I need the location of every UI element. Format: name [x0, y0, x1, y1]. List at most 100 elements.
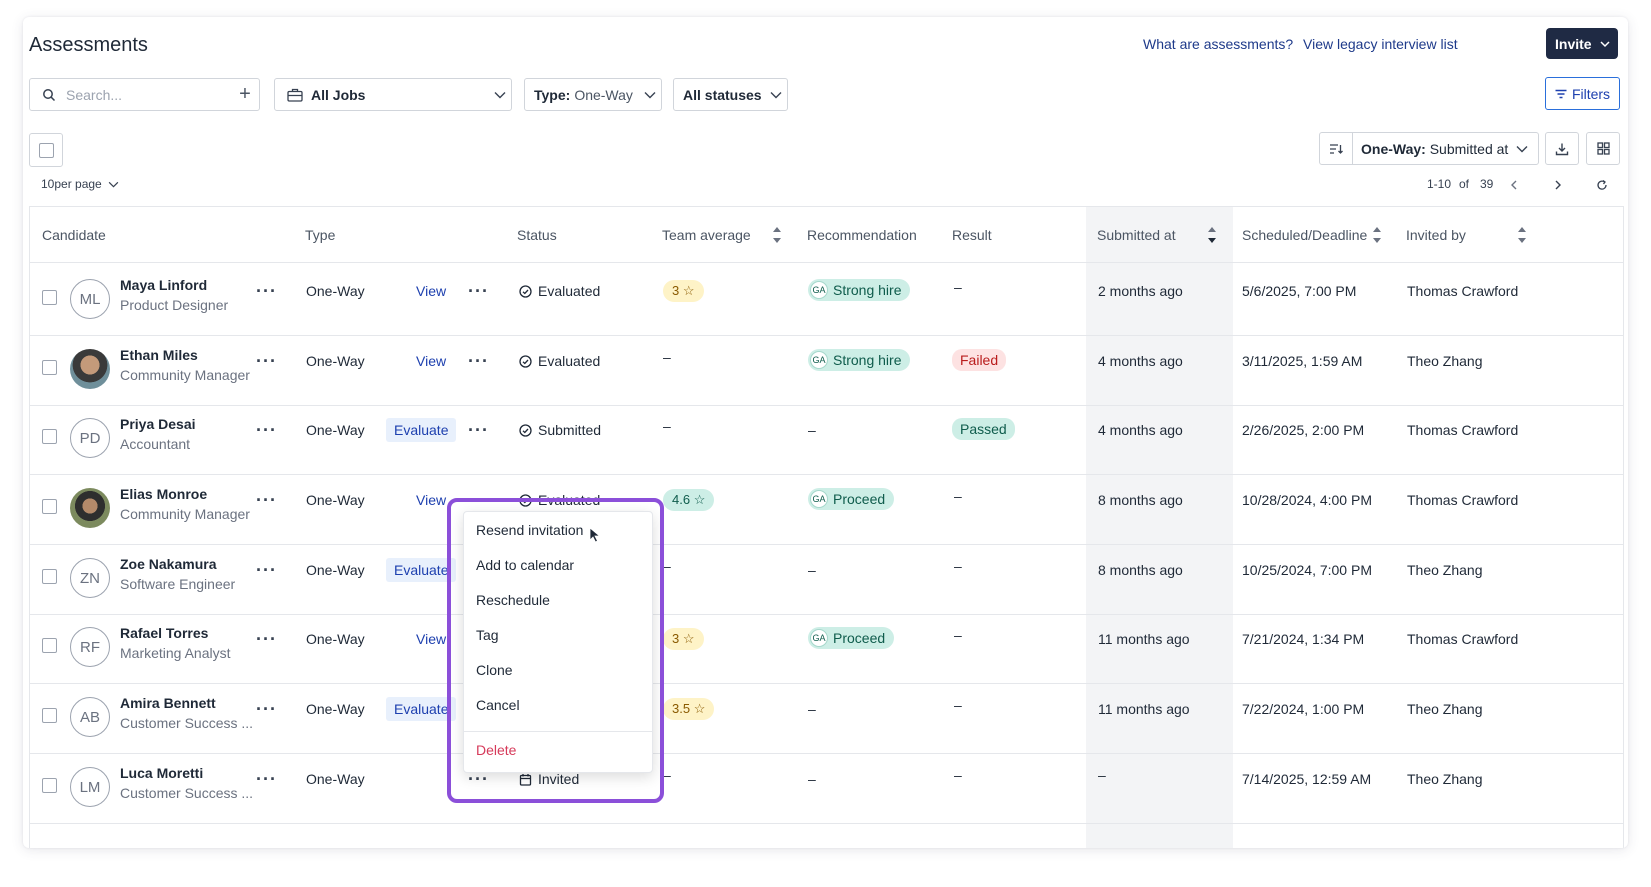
checkbox[interactable]	[38, 142, 54, 158]
chevron-down-icon	[494, 91, 506, 98]
candidate-more-icon[interactable]: ···	[256, 490, 277, 511]
table-row[interactable]: ZN Zoe Nakamura Software Engineer ··· On…	[30, 542, 1623, 615]
check-circle-icon	[519, 354, 532, 368]
sort-dropdown[interactable]: One-Way: Submitted at	[1319, 132, 1539, 165]
candidate-name[interactable]: Maya Linford	[120, 277, 207, 293]
download-button[interactable]	[1545, 132, 1579, 165]
search-input[interactable]: Search...	[66, 87, 231, 103]
row-more-icon[interactable]: ···	[468, 420, 489, 441]
candidate-name[interactable]: Rafael Torres	[120, 625, 208, 641]
row-more-icon[interactable]: ···	[468, 281, 489, 302]
table-row[interactable]: LM Luca Moretti Customer Success ... ···…	[30, 751, 1623, 824]
candidate-name[interactable]: Elias Monroe	[120, 486, 207, 502]
search-field[interactable]: Search... +	[29, 78, 260, 111]
download-icon	[1555, 143, 1569, 155]
scheduled-value: 7/14/2025, 12:59 AM	[1242, 771, 1372, 787]
evaluate-button[interactable]: Evaluate	[386, 558, 457, 582]
table-row[interactable]: AB Amira Bennett Customer Success ... ··…	[30, 681, 1623, 754]
type-value: One-Way	[306, 631, 365, 647]
menu-tag[interactable]: Tag	[476, 627, 499, 643]
scheduled-value: 7/21/2024, 1:34 PM	[1242, 631, 1365, 647]
status-filter-label: All statuses	[683, 86, 762, 103]
view-link[interactable]: View	[416, 353, 446, 369]
submitted-value: 8 months ago	[1098, 562, 1183, 578]
row-checkbox[interactable]	[42, 569, 57, 584]
invite-button[interactable]: Invite	[1546, 28, 1618, 59]
submitted-value: 2 months ago	[1098, 283, 1183, 299]
menu-add-to-calendar[interactable]: Add to calendar	[476, 557, 574, 573]
grid-view-button[interactable]	[1586, 132, 1620, 165]
menu-clone[interactable]: Clone	[476, 662, 513, 678]
jobs-dropdown[interactable]: All Jobs	[274, 78, 512, 111]
row-checkbox[interactable]	[42, 778, 57, 793]
col-submitted-at[interactable]: Submitted at	[1097, 227, 1176, 243]
view-link[interactable]: View	[416, 631, 446, 647]
menu-cancel[interactable]: Cancel	[476, 697, 520, 713]
candidate-name[interactable]: Priya Desai	[120, 416, 196, 432]
row-checkbox[interactable]	[42, 290, 57, 305]
per-page-suffix: per page	[54, 177, 102, 191]
candidate-name[interactable]: Luca Moretti	[120, 765, 203, 781]
page-title: Assessments	[29, 34, 148, 56]
filters-button[interactable]: Filters	[1545, 77, 1620, 110]
type-dropdown[interactable]: Type: One-Way	[524, 78, 662, 111]
candidate-name[interactable]: Ethan Miles	[120, 347, 198, 363]
add-icon[interactable]: +	[231, 83, 259, 106]
menu-delete[interactable]: Delete	[476, 742, 516, 758]
candidate-more-icon[interactable]: ···	[256, 629, 277, 650]
refresh-icon[interactable]	[1596, 179, 1608, 191]
candidate-more-icon[interactable]: ···	[256, 699, 277, 720]
table-row[interactable]: RF Rafael Torres Marketing Analyst ··· O…	[30, 611, 1623, 684]
candidate-name[interactable]: Amira Bennett	[120, 695, 216, 711]
row-checkbox[interactable]	[42, 360, 57, 375]
sort-desc-icon[interactable]	[1207, 224, 1217, 246]
submitted-value: –	[1098, 767, 1106, 783]
col-invited-by[interactable]: Invited by	[1406, 227, 1466, 243]
row-checkbox[interactable]	[42, 499, 57, 514]
row-checkbox[interactable]	[42, 429, 57, 444]
table-row[interactable]: Elias Monroe Community Manager ··· One-W…	[30, 472, 1623, 545]
avatar: ML	[70, 279, 110, 319]
evaluate-button[interactable]: Evaluate	[386, 418, 457, 442]
avatar: LM	[70, 767, 110, 807]
filters-label: Filters	[1571, 85, 1611, 102]
candidate-more-icon[interactable]: ···	[256, 769, 277, 790]
row-more-icon[interactable]: ···	[468, 351, 489, 372]
team-average-value: –	[663, 418, 671, 434]
table-row[interactable]: Ethan Miles Community Manager ··· One-Wa…	[30, 333, 1623, 406]
menu-reschedule[interactable]: Reschedule	[476, 592, 550, 608]
col-team-average[interactable]: Team average	[662, 227, 751, 243]
table-row[interactable]: ML Maya Linford Product Designer ··· One…	[30, 263, 1623, 336]
status-dropdown[interactable]: All statuses	[673, 78, 788, 111]
menu-resend-invitation[interactable]: Resend invitation	[476, 522, 583, 538]
chevron-right-icon[interactable]	[1554, 180, 1562, 190]
candidate-more-icon[interactable]: ···	[256, 560, 277, 581]
sort-both-icon[interactable]	[1372, 224, 1382, 246]
row-checkbox[interactable]	[42, 638, 57, 653]
col-scheduled[interactable]: Scheduled/Deadline	[1242, 227, 1367, 243]
what-are-assessments-link[interactable]: What are assessments?	[1143, 36, 1293, 52]
candidate-more-icon[interactable]: ···	[256, 281, 277, 302]
candidate-more-icon[interactable]: ···	[256, 351, 277, 372]
sort-prefix: One-Way:	[1361, 140, 1426, 157]
sort-icon[interactable]	[1320, 133, 1353, 164]
candidate-name[interactable]: Zoe Nakamura	[120, 556, 216, 572]
row-checkbox[interactable]	[42, 708, 57, 723]
per-page-select[interactable]: 10per page	[41, 177, 119, 191]
table-row[interactable]: PD Priya Desai Accountant ··· One-Way Ev…	[30, 402, 1623, 475]
select-all-checkbox[interactable]	[29, 133, 63, 167]
legacy-interview-list-link[interactable]: View legacy interview list	[1303, 36, 1458, 52]
assessments-table: Candidate Type Status Team average Recom…	[29, 206, 1624, 848]
recommendation-text: Proceed	[833, 491, 886, 507]
chevron-left-icon[interactable]	[1510, 180, 1518, 190]
team-average-value: –	[663, 767, 671, 783]
view-link[interactable]: View	[416, 283, 446, 299]
sort-both-icon[interactable]	[772, 224, 782, 246]
view-link[interactable]: View	[416, 492, 446, 508]
candidate-more-icon[interactable]: ···	[256, 420, 277, 441]
evaluate-button[interactable]: Evaluate	[386, 697, 457, 721]
invited-by-value: Theo Zhang	[1407, 353, 1483, 369]
result-value: –	[954, 697, 962, 713]
recommendation-value: –	[808, 701, 816, 717]
sort-both-icon[interactable]	[1517, 224, 1527, 246]
